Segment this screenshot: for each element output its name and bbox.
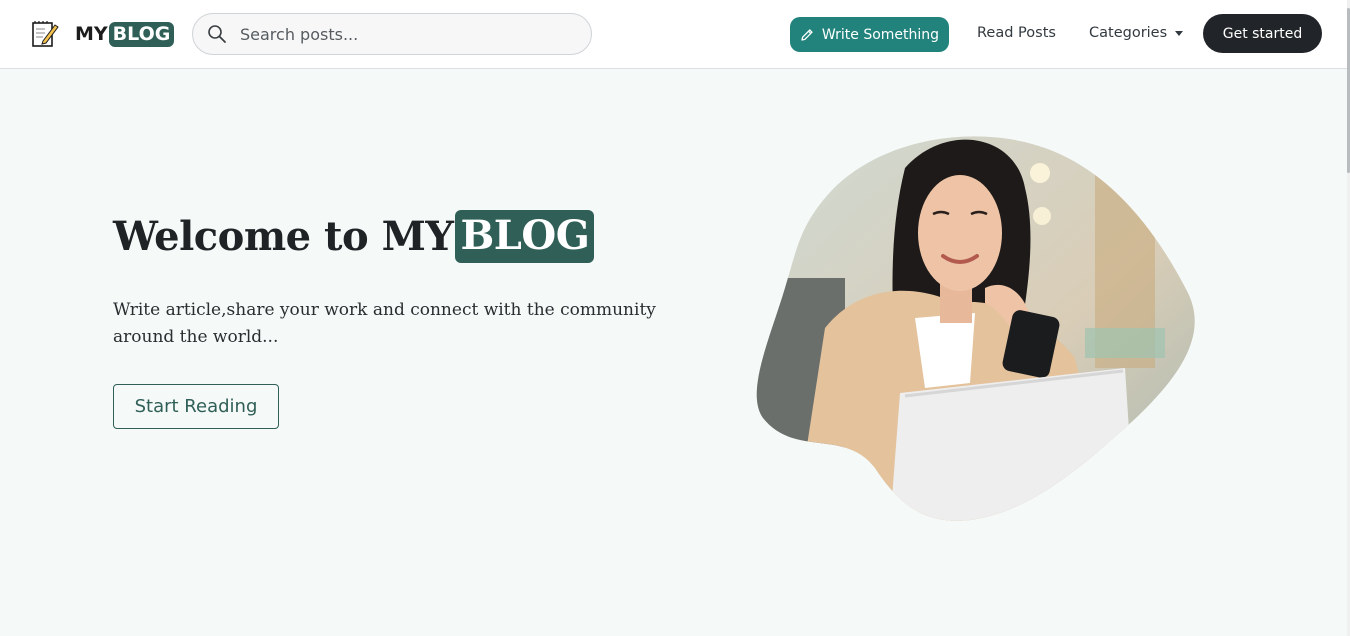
search-icon [208, 25, 226, 43]
brand-name: MY BLOG [75, 21, 175, 47]
hero-title: Welcome to MY BLOG [113, 210, 595, 263]
brand-logo[interactable]: MY BLOG [30, 18, 175, 50]
search-input[interactable] [240, 19, 570, 49]
navbar: MYBLOG Write Something Read Posts Catego… [0, 0, 1350, 69]
pencil-icon [801, 28, 813, 41]
write-something-label: Write Something [821, 26, 940, 43]
hero-subtitle: Write article,share your work and connec… [113, 300, 656, 347]
search-bar [192, 13, 592, 55]
hero-title-prefix: Welcome to MY [113, 213, 454, 260]
hero-photo-blob [756, 136, 1195, 521]
nav-read-posts[interactable]: Read Posts [977, 25, 1056, 41]
caret-down-icon [1175, 31, 1184, 36]
write-something-button[interactable]: Write Something [790, 17, 949, 52]
notepad-pencil-icon [32, 21, 59, 47]
categories-label: Categories [1089, 25, 1168, 41]
get-started-button[interactable]: Get started [1203, 14, 1322, 53]
brand-highlight: BLOG [108, 21, 175, 47]
hero-title-highlight: BLOG [455, 210, 595, 263]
photo-content [756, 136, 1195, 521]
nav-categories-dropdown[interactable]: Categories [1089, 25, 1184, 41]
start-reading-button[interactable]: Start Reading [113, 384, 279, 429]
brand-prefix: MY [75, 23, 108, 45]
